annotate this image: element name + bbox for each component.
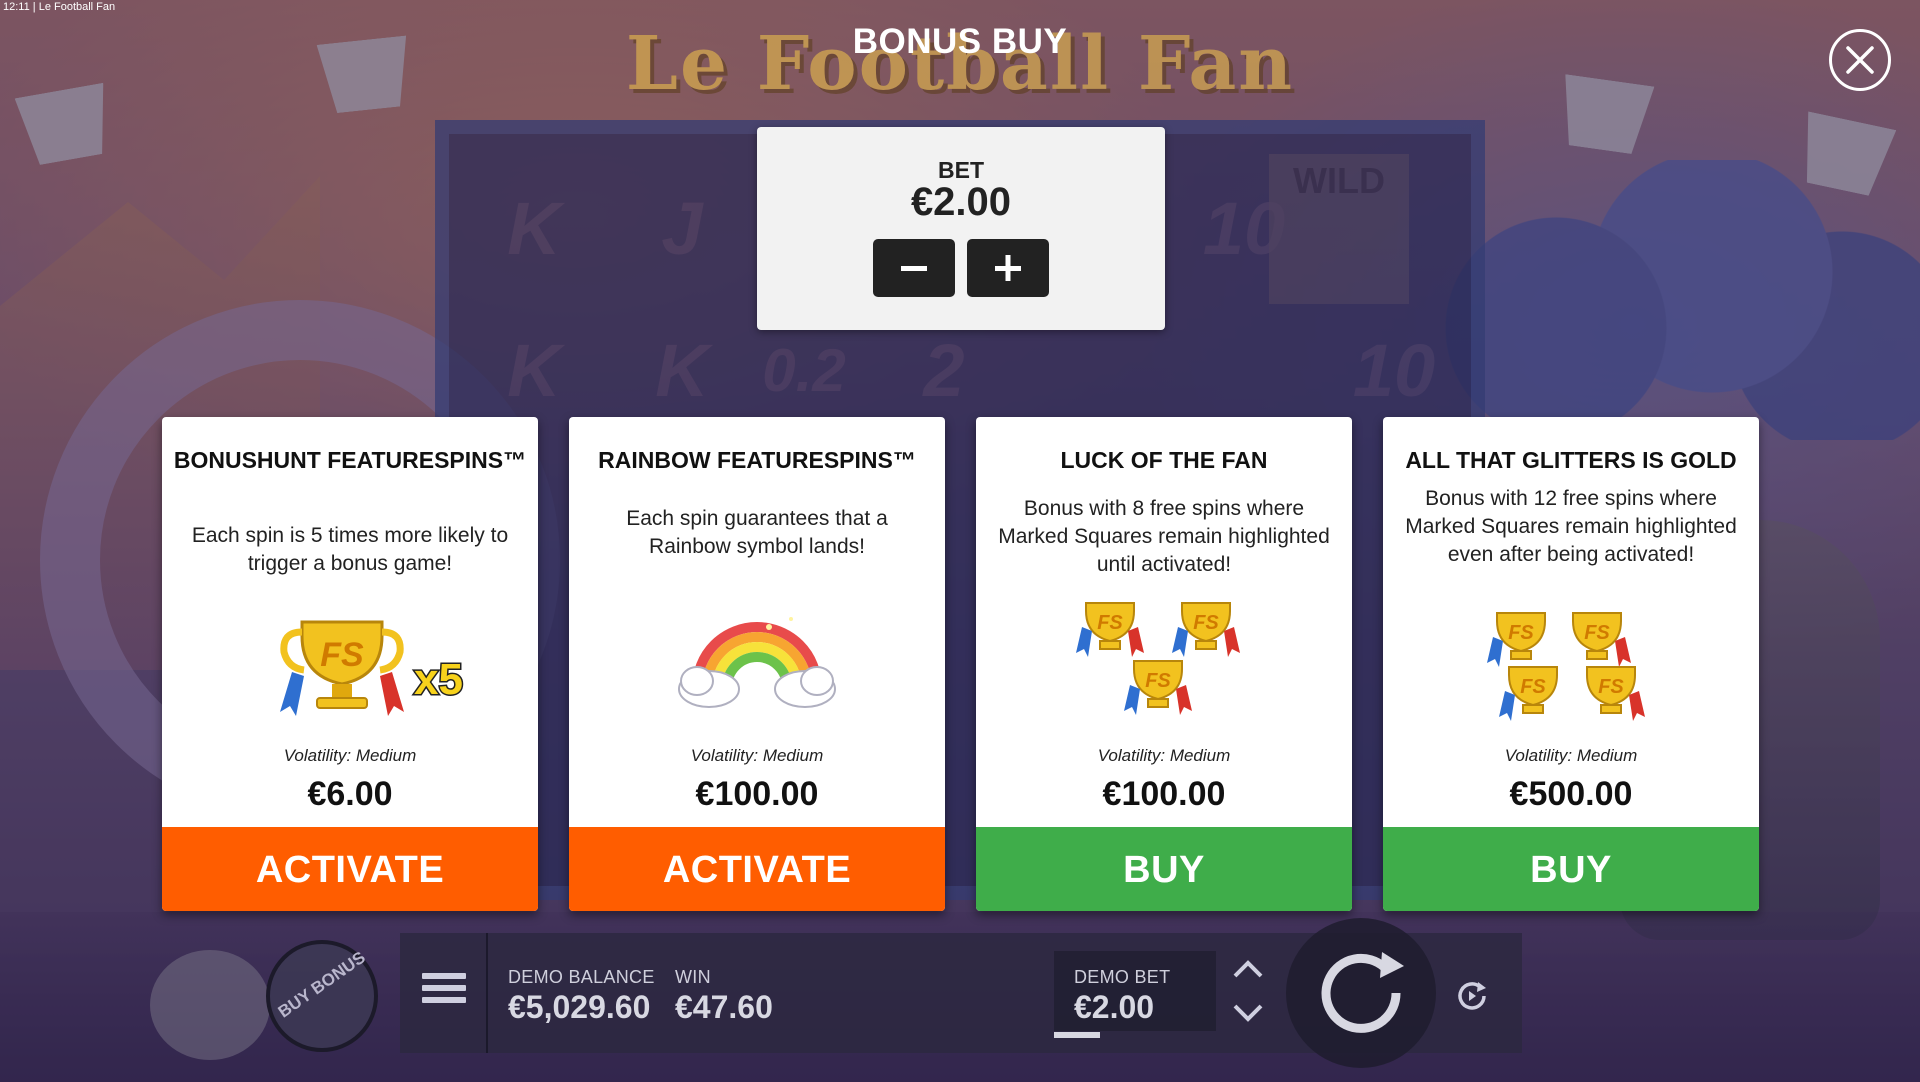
divider	[486, 933, 488, 1053]
activate-button[interactable]: ACTIVATE	[162, 827, 538, 911]
demo-balance-label: DEMO BALANCE	[508, 967, 655, 987]
card-title: RAINBOW FEATURESPINS™	[598, 447, 916, 473]
bet-down-button[interactable]	[1232, 1003, 1264, 1028]
bonus-card-luck-of-the-fan: LUCK OF THE FAN Bonus with 8 free spins …	[976, 417, 1352, 911]
win-value: €47.60	[675, 989, 773, 1025]
increase-bet-button[interactable]	[967, 239, 1049, 297]
card-volatility: Volatility: Medium	[690, 746, 824, 765]
demo-bet-label: DEMO BET	[1074, 967, 1171, 987]
bet-up-button[interactable]	[1232, 959, 1264, 984]
bonus-buy-title: BONUS BUY	[852, 22, 1068, 61]
plus-icon	[995, 255, 1021, 281]
buy-button[interactable]: BUY	[976, 827, 1352, 911]
decrease-bet-button[interactable]	[873, 239, 955, 297]
fs-label: FS	[1520, 676, 1546, 698]
card-volatility: Volatility: Medium	[283, 746, 417, 765]
separator: |	[32, 1, 36, 13]
card-price: €100.00	[695, 775, 819, 813]
card-volatility: Volatility: Medium	[1504, 746, 1638, 765]
card-title: LUCK OF THE FAN	[1060, 447, 1268, 473]
bet-level-indicator	[1054, 1032, 1100, 1038]
autoplay-icon	[1458, 982, 1486, 1010]
spin-icon	[1321, 952, 1404, 1033]
clock: 12:11	[3, 1, 30, 13]
close-button[interactable]	[1829, 29, 1891, 91]
card-description: Each spin guarantees that a Rainbow symb…	[626, 507, 888, 558]
demo-bet-value: €2.00	[1074, 989, 1155, 1025]
card-volatility: Volatility: Medium	[1097, 746, 1231, 765]
fs-trophy-x5-image: FS x5	[162, 602, 538, 722]
fs-label: FS	[1598, 676, 1624, 698]
fs-label: FS	[320, 636, 364, 674]
bet-panel: BET €2.00	[757, 127, 1165, 330]
window-title: Le Football Fan	[38, 1, 116, 13]
autoplay-button[interactable]	[1452, 976, 1492, 1016]
card-description: Bonus with 12 free spins where Marked Sq…	[1405, 487, 1737, 566]
chevron-down-icon	[1233, 1004, 1263, 1022]
close-icon	[1846, 46, 1874, 74]
window-status: 12:11 | Le Football Fan	[3, 1, 115, 13]
minus-icon	[901, 266, 927, 271]
x5-label: x5	[414, 655, 463, 704]
card-description: Each spin is 5 times more likely to trig…	[191, 524, 509, 575]
win-label: WIN	[675, 967, 711, 987]
buy-bonus-button[interactable]: BUY BONUS	[266, 940, 378, 1052]
spin-button[interactable]	[1286, 918, 1436, 1068]
background-stopwatch	[150, 950, 270, 1060]
bonus-card-rainbow: RAINBOW FEATURESPINS™ Each spin guarante…	[569, 417, 945, 911]
fs-label: FS	[1508, 622, 1534, 644]
chevron-up-icon	[1233, 960, 1263, 978]
fs-label: FS	[1097, 612, 1123, 634]
bonus-card-all-that-glitters: ALL THAT GLITTERS IS GOLD Bonus with 12 …	[1383, 417, 1759, 911]
bet-value: €2.00	[910, 180, 1012, 224]
four-fs-trophies-image: FS FS FS FS	[1383, 607, 1759, 727]
card-price: €100.00	[1102, 775, 1226, 813]
buy-button[interactable]: BUY	[1383, 827, 1759, 911]
rainbow-image	[569, 597, 945, 717]
buy-bonus-label: BUY BONUS	[274, 947, 369, 1022]
bonus-card-bonushunt: BONUSHUNT FEATURESPINS™ Each spin is 5 t…	[162, 417, 538, 911]
card-price: €500.00	[1509, 775, 1633, 813]
menu-icon[interactable]	[422, 973, 466, 1011]
fs-label: FS	[1584, 622, 1610, 644]
fs-label: FS	[1193, 612, 1219, 634]
card-title: ALL THAT GLITTERS IS GOLD	[1405, 447, 1737, 473]
three-fs-trophies-image: FS FS FS	[976, 595, 1352, 725]
activate-button[interactable]: ACTIVATE	[569, 827, 945, 911]
demo-balance-value: €5,029.60	[508, 989, 651, 1025]
card-price: €6.00	[307, 775, 393, 813]
card-description: Bonus with 8 free spins where Marked Squ…	[998, 497, 1330, 576]
card-title: BONUSHUNT FEATURESPINS™	[173, 447, 527, 473]
fs-label: FS	[1145, 670, 1171, 692]
